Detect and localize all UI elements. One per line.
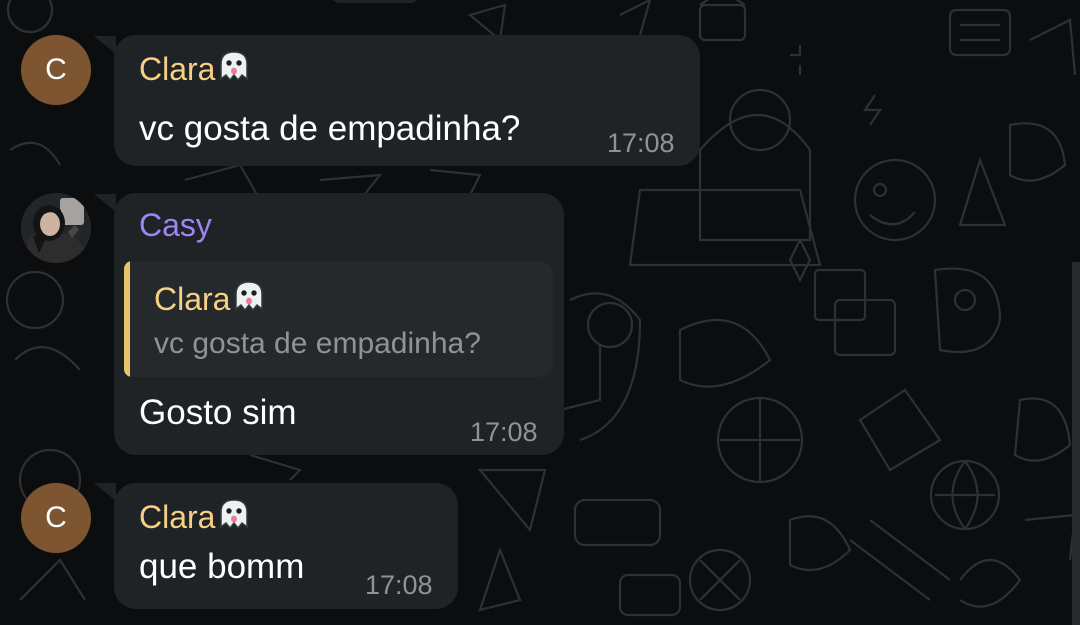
ghost-emoji-icon bbox=[235, 281, 264, 312]
message-timestamp: 17:08 bbox=[470, 417, 538, 447]
reply-quote-sender: Clara bbox=[154, 279, 266, 318]
bubble-tail bbox=[94, 194, 116, 212]
avatar-letter: C bbox=[45, 53, 67, 86]
message-text: vc gosta de empadinha? bbox=[139, 109, 521, 148]
sender-name-text: Clara bbox=[139, 499, 216, 535]
message-timestamp: 17:08 bbox=[607, 128, 675, 158]
reply-quote-text: vc gosta de empadinha? bbox=[154, 327, 481, 360]
ghost-emoji-icon bbox=[220, 51, 249, 82]
sender-name[interactable]: Casy bbox=[139, 207, 212, 244]
avatar[interactable]: C bbox=[21, 483, 91, 553]
avatar[interactable] bbox=[21, 193, 91, 263]
message-timestamp: 17:08 bbox=[365, 570, 433, 600]
avatar-letter: C bbox=[45, 501, 67, 534]
ghost-emoji-icon bbox=[220, 499, 249, 530]
bubble-tail bbox=[94, 483, 116, 501]
message-text: que bomm bbox=[139, 547, 305, 586]
scrollbar[interactable] bbox=[1072, 262, 1080, 625]
profile-photo-icon bbox=[21, 193, 91, 263]
avatar[interactable]: C bbox=[21, 35, 91, 105]
sender-name-text: Clara bbox=[139, 51, 216, 87]
message-text: Gosto sim bbox=[139, 393, 297, 432]
reply-quote-sender-text: Clara bbox=[154, 281, 231, 317]
sender-name[interactable]: Clara bbox=[139, 497, 251, 536]
reply-quote[interactable]: Clara vc gosta de empadinha? bbox=[124, 261, 553, 377]
message-bubble[interactable]: Clara que bomm 17:08 bbox=[114, 483, 458, 609]
bubble-tail bbox=[94, 36, 116, 54]
message-bubble[interactable]: Clara vc gosta de empadinha? 17:08 bbox=[114, 35, 700, 166]
sender-name[interactable]: Clara bbox=[139, 49, 251, 88]
reply-quote-accent-bar bbox=[124, 261, 130, 377]
previous-message-bubble-edge bbox=[330, 0, 420, 3]
